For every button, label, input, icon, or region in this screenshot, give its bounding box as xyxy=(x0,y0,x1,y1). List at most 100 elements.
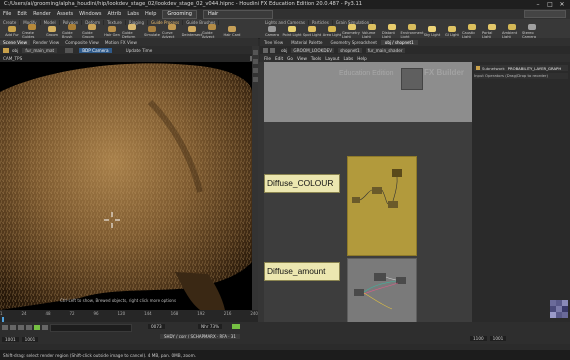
path-obj[interactable]: obj xyxy=(12,48,18,53)
shelf-tool[interactable]: Create Guides xyxy=(22,24,42,39)
frame-range-slider[interactable] xyxy=(50,324,132,332)
node-info-chip[interactable]: SHDY / corr / SCHAPMARX · RFA · 31 xyxy=(160,334,240,339)
tab-tree-view[interactable]: Tree View xyxy=(260,40,287,45)
menu-file[interactable]: File xyxy=(3,11,11,17)
color-palette[interactable] xyxy=(550,300,568,318)
shelf-tab[interactable]: Model xyxy=(41,19,60,25)
path-segment[interactable]: GROOM_LOOKDEV xyxy=(291,47,335,53)
net-menu-view[interactable]: View xyxy=(297,56,307,61)
tab-material-palette[interactable]: Material Palette xyxy=(287,40,326,45)
network-box-colour[interactable] xyxy=(347,156,417,256)
tab-render-view[interactable]: Render View xyxy=(30,40,62,45)
center-value-field[interactable]: 0073 xyxy=(148,324,165,329)
tab-composite-view[interactable]: Composite View xyxy=(62,40,102,45)
path-node[interactable]: fur_main_mat xyxy=(22,47,58,53)
shelf-tab[interactable]: Lights and Cameras xyxy=(262,19,309,25)
shelf-tool[interactable]: Camera xyxy=(262,26,282,37)
global-end-field-2[interactable]: 1001 xyxy=(489,336,507,341)
tab-network[interactable]: obj / shopnet1 xyxy=(380,39,418,45)
context-select[interactable]: Hair xyxy=(202,9,273,19)
shelf-tool[interactable]: Deintersect xyxy=(182,26,202,37)
range-end-field[interactable]: 1001 xyxy=(21,337,39,342)
node-name[interactable]: PROBABILITY_LAYER_GRAPH xyxy=(508,66,562,71)
shelf-tool[interactable]: Guide Deform xyxy=(122,24,142,39)
update-mode[interactable]: Update Time xyxy=(126,48,153,53)
camera-select[interactable]: BDP Camera xyxy=(79,47,112,53)
shelf-tool[interactable]: Guide Groom xyxy=(82,24,102,39)
path-segment[interactable]: shopnet1 xyxy=(338,47,362,53)
shelf-tool[interactable]: Sky Light xyxy=(422,26,442,37)
network-editor[interactable]: Education Edition FX Builder Diffuse_COL… xyxy=(264,62,472,324)
net-menu-go[interactable]: Go xyxy=(287,56,293,61)
shelf-tool[interactable]: Guide Brush xyxy=(62,24,82,39)
path-segment[interactable]: fur_main_shader xyxy=(365,47,405,53)
shelf-tool[interactable]: Environment Light xyxy=(401,24,423,39)
shelf-tool[interactable]: Geometry Light xyxy=(342,24,362,39)
tab-geometry-spreadsheet[interactable]: Geometry Spreadsheet xyxy=(326,40,380,45)
path-segment[interactable]: obj xyxy=(281,48,287,53)
tab-scene-view[interactable]: Scene View xyxy=(0,39,31,45)
step-forward-icon[interactable] xyxy=(42,325,48,330)
shelf-tool[interactable]: Volume Light xyxy=(362,24,382,39)
menu-assets[interactable]: Assets xyxy=(57,11,73,17)
shelf-tool[interactable]: Hair Gen xyxy=(102,26,122,37)
net-menu-file[interactable]: File xyxy=(264,56,271,61)
skip-start-icon[interactable] xyxy=(2,325,8,330)
range-start-field[interactable]: 1001 xyxy=(2,337,19,342)
timeline[interactable]: 1 24 48 72 96 120 144 168 192 216 240 xyxy=(0,310,258,322)
net-menu-help[interactable]: Help xyxy=(357,56,367,61)
sticky-note-diffuse-colour[interactable]: Diffuse_COLOUR xyxy=(264,174,340,193)
menu-edit[interactable]: Edit xyxy=(17,11,27,17)
node-tile[interactable] xyxy=(401,68,423,90)
shelf-tool[interactable]: GI Light xyxy=(442,26,462,37)
shelf-tool[interactable]: Add Fur xyxy=(2,26,22,37)
stop-icon[interactable] xyxy=(26,325,32,330)
shelf-tab[interactable]: Create xyxy=(0,19,21,25)
menu-windows[interactable]: Windows xyxy=(79,11,101,17)
camera-label[interactable]: CAM_TPS xyxy=(3,56,22,61)
network-box-parent[interactable]: Education Edition FX Builder xyxy=(264,62,472,122)
net-menu-edit[interactable]: Edit xyxy=(275,56,283,61)
menu-labs[interactable]: Labs xyxy=(127,11,139,17)
scene-viewport[interactable]: Ctrl-Left to show, Brewed objects, right… xyxy=(0,62,252,310)
shelf-tool[interactable]: Caustic Light xyxy=(462,24,482,39)
shelf-tool[interactable]: Hair Card xyxy=(222,26,242,37)
shelf-tool[interactable]: Stereo Camera xyxy=(522,24,542,39)
menu-help[interactable]: Help xyxy=(145,11,156,17)
shelf-tool[interactable]: Ambient Light xyxy=(502,24,522,39)
menu-render[interactable]: Render xyxy=(33,11,51,17)
shelf-tool[interactable]: Distant Light xyxy=(382,24,402,39)
shelf-tool[interactable]: Simulate xyxy=(142,26,162,37)
desktop-select[interactable]: Grooming xyxy=(162,9,197,19)
play-icon[interactable] xyxy=(34,325,40,330)
main-toolbar-field[interactable] xyxy=(524,10,566,18)
shelf-tab[interactable]: Particles xyxy=(309,19,333,25)
shelf-tool[interactable]: Area Light xyxy=(322,26,342,37)
shelf-tool[interactable]: Groom xyxy=(42,26,62,37)
play-reverse-icon[interactable] xyxy=(18,325,24,330)
back-icon[interactable] xyxy=(263,47,268,53)
shelf-tool[interactable]: Portal Light xyxy=(482,24,502,39)
maximize-button[interactable]: □ xyxy=(544,1,556,8)
shelf-tool[interactable]: Guide Advect xyxy=(202,24,222,39)
tab-motion-fx-view[interactable]: Motion FX View xyxy=(102,40,140,45)
network-box-amount[interactable] xyxy=(347,258,417,324)
right-value-field[interactable]: Nhr 73% xyxy=(198,324,223,329)
step-back-icon[interactable] xyxy=(10,325,16,330)
menu-attrib[interactable]: Attrib xyxy=(107,11,121,17)
net-menu-labs[interactable]: Labs xyxy=(343,56,353,61)
net-menu-tools[interactable]: Tools xyxy=(311,56,321,61)
close-button[interactable]: ✕ xyxy=(556,1,568,8)
realtime-toggle[interactable] xyxy=(232,324,240,329)
shelf-tool[interactable]: Point Light xyxy=(282,26,302,37)
snap-icon[interactable] xyxy=(65,47,74,53)
sticky-note-diffuse-amount[interactable]: Diffuse_amount xyxy=(264,262,340,281)
shelf-tool[interactable]: Curve Advect xyxy=(162,24,182,39)
net-menu-layout[interactable]: Layout xyxy=(325,56,339,61)
shelf-tool[interactable]: Spot Light xyxy=(302,26,322,37)
global-end-field[interactable]: 1100 xyxy=(470,336,487,341)
tool-icon[interactable] xyxy=(253,50,258,55)
tool-icon xyxy=(68,24,76,30)
minimize-button[interactable]: – xyxy=(532,1,544,8)
forward-icon[interactable] xyxy=(270,47,275,53)
